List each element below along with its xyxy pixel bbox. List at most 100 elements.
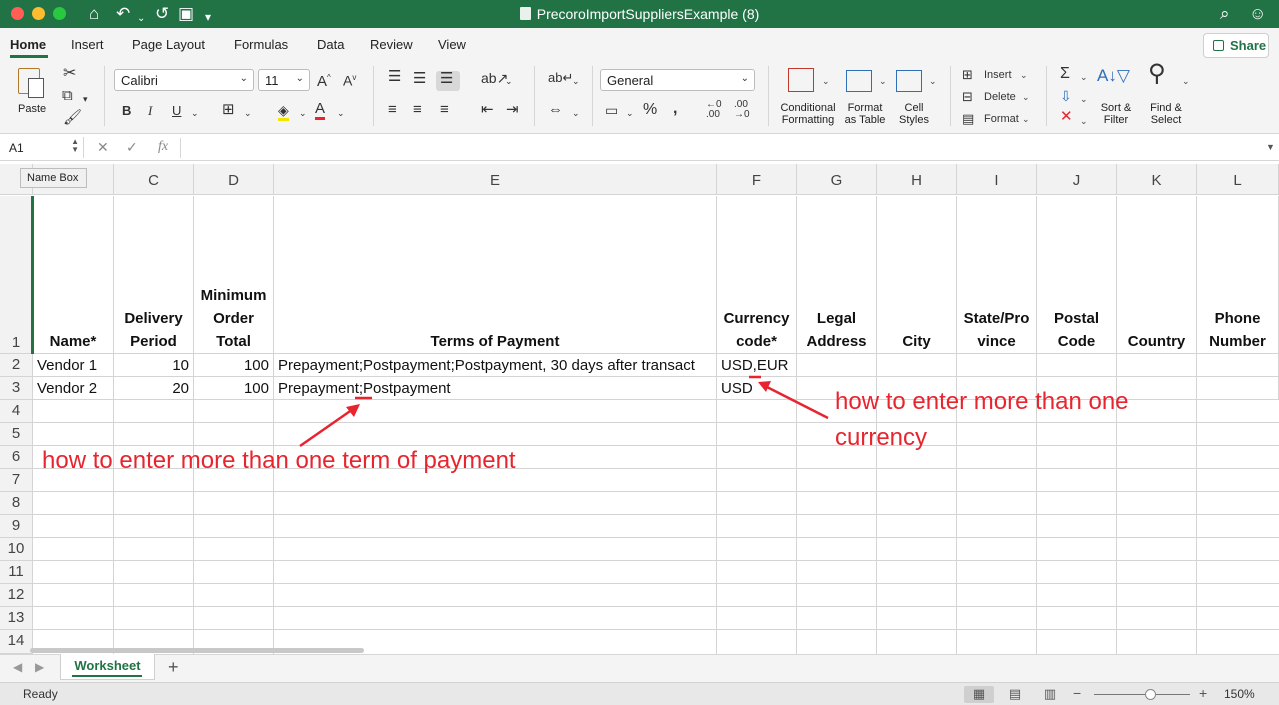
cell-empty[interactable] xyxy=(877,354,957,377)
row-header-11[interactable]: 11 xyxy=(0,561,33,584)
borders-dropdown-icon[interactable]: ⌄ xyxy=(244,105,252,121)
cell-minimum-order-total[interactable]: 100 xyxy=(194,354,274,377)
search-icon[interactable]: ⌕ xyxy=(1220,4,1230,24)
header-cell-legal-address[interactable]: Legal Address xyxy=(797,196,877,354)
cell-empty[interactable] xyxy=(1037,354,1117,377)
tab-page-layout[interactable]: Page Layout xyxy=(132,37,205,52)
tab-home[interactable]: Home xyxy=(10,37,46,52)
copy-dropdown-icon[interactable]: ▾ xyxy=(83,91,88,107)
cell-terms-of-payment[interactable]: Prepayment;Postpayment;Postpayment, 30 d… xyxy=(274,354,717,377)
header-cell-city[interactable]: City xyxy=(877,196,957,354)
zoom-level[interactable]: 150% xyxy=(1224,687,1255,701)
row-header-3[interactable]: 3 xyxy=(0,377,33,400)
row-header-9[interactable]: 9 xyxy=(0,515,33,538)
tab-data[interactable]: Data xyxy=(317,37,344,52)
accounting-dropdown-icon[interactable]: ⌄ xyxy=(626,105,634,121)
orientation-dropdown-icon[interactable]: ⌄ xyxy=(505,73,513,89)
decrease-decimal-icon[interactable]: .00 →0 xyxy=(734,100,750,120)
row-header-6[interactable]: 6 xyxy=(0,446,33,469)
cell-terms-of-payment[interactable]: Prepayment;Postpayment xyxy=(274,377,717,400)
account-icon[interactable]: ☺ xyxy=(1249,4,1266,24)
header-cell-country[interactable]: Country xyxy=(1117,196,1197,354)
zoom-slider-thumb[interactable] xyxy=(1145,689,1156,700)
page-break-view-icon[interactable]: ▥ xyxy=(1035,686,1065,703)
tab-view[interactable]: View xyxy=(438,37,466,52)
decrease-font-size-icon[interactable]: Av xyxy=(343,70,356,89)
cell-empty[interactable] xyxy=(957,354,1037,377)
name-box[interactable]: A1 ▲ ▼ xyxy=(4,137,84,158)
merge-center-icon[interactable]: ⇔ xyxy=(548,102,563,118)
column-header-e[interactable]: E xyxy=(274,164,717,195)
cell-minimum-order-total[interactable]: 100 xyxy=(194,377,274,400)
column-header-f[interactable]: F xyxy=(717,164,797,195)
cancel-entry-icon[interactable]: ✕ xyxy=(97,139,109,156)
align-top-icon[interactable]: ☰ xyxy=(388,69,401,85)
accounting-format-icon[interactable]: ▭ xyxy=(605,102,618,118)
zoom-out-icon[interactable]: − xyxy=(1073,685,1081,701)
header-cell-state-province[interactable]: State/Pro vince xyxy=(957,196,1037,354)
cell-delivery-period[interactable]: 20 xyxy=(114,377,194,400)
zoom-slider[interactable] xyxy=(1094,694,1190,695)
row-header-10[interactable]: 10 xyxy=(0,538,33,561)
align-middle-icon[interactable]: ☰ xyxy=(413,71,426,87)
cut-icon[interactable]: ✂ xyxy=(63,66,76,82)
align-bottom-icon[interactable]: ☰ xyxy=(436,71,460,91)
underline-button[interactable]: U xyxy=(172,103,181,119)
autosum-icon[interactable]: Σ xyxy=(1060,66,1070,82)
align-center-icon[interactable]: ≡ xyxy=(413,102,422,118)
header-cell-postal-code[interactable]: Postal Code xyxy=(1037,196,1117,354)
fill-color-dropdown-icon[interactable]: ⌄ xyxy=(299,105,307,121)
zoom-in-icon[interactable]: + xyxy=(1199,685,1207,701)
increase-font-size-icon[interactable]: A^ xyxy=(317,70,331,90)
tab-review[interactable]: Review xyxy=(370,37,413,52)
row-header-5[interactable]: 5 xyxy=(0,423,33,446)
underline-dropdown-icon[interactable]: ⌄ xyxy=(191,105,199,121)
column-header-h[interactable]: H xyxy=(877,164,957,195)
fill-color-icon[interactable]: ◈ xyxy=(278,102,289,121)
cell-delivery-period[interactable]: 10 xyxy=(114,354,194,377)
font-name-select[interactable]: Calibri ⌄ xyxy=(114,69,254,91)
row-header-14[interactable]: 14 xyxy=(0,630,33,654)
wrap-text-icon[interactable]: ab↵ xyxy=(548,70,573,86)
clear-icon[interactable]: ✕ xyxy=(1060,109,1073,125)
column-header-g[interactable]: G xyxy=(797,164,877,195)
row-header-1[interactable]: 1 xyxy=(0,196,33,354)
fill-dropdown-icon[interactable]: ⌄ xyxy=(1080,91,1088,107)
merge-dropdown-icon[interactable]: ⌄ xyxy=(572,105,580,121)
cell-name[interactable]: Vendor 2 xyxy=(33,377,114,400)
cell-currency-code[interactable]: USD,EUR xyxy=(717,354,797,377)
percent-style-icon[interactable]: % xyxy=(643,102,657,118)
header-cell-minimum-order-total[interactable]: Minimum Order Total xyxy=(194,196,274,354)
cell-empty[interactable] xyxy=(797,354,877,377)
increase-decimal-icon[interactable]: ←0.00 xyxy=(706,100,722,120)
header-cell-currency-code[interactable]: Currency code* xyxy=(717,196,797,354)
column-header-k[interactable]: K xyxy=(1117,164,1197,195)
cell-empty[interactable] xyxy=(1117,354,1197,377)
share-button[interactable]: Share xyxy=(1203,33,1269,58)
header-cell-terms-of-payment[interactable]: Terms of Payment xyxy=(274,196,717,354)
tab-formulas[interactable]: Formulas xyxy=(234,37,288,52)
align-left-icon[interactable]: ≡ xyxy=(388,102,397,118)
next-sheet-icon[interactable]: ▶ xyxy=(35,660,44,674)
insert-cells-button[interactable]: ⊞ Insert ⌄ xyxy=(962,67,1040,84)
column-header-d[interactable]: D xyxy=(194,164,274,195)
cell-name[interactable]: Vendor 1 xyxy=(33,354,114,377)
formula-input[interactable] xyxy=(182,137,1262,158)
confirm-entry-icon[interactable]: ✓ xyxy=(126,139,138,156)
cell-currency-code[interactable]: USD xyxy=(717,377,797,400)
borders-icon[interactable]: ⊞ xyxy=(222,102,235,118)
header-cell-delivery-period[interactable]: Delivery Period xyxy=(114,196,194,354)
column-header-c[interactable]: C xyxy=(114,164,194,195)
comma-style-icon[interactable]: , xyxy=(673,101,677,117)
align-right-icon[interactable]: ≡ xyxy=(440,102,449,118)
row-header-7[interactable]: 7 xyxy=(0,469,33,492)
font-size-select[interactable]: 11 ⌄ xyxy=(258,69,310,91)
number-format-select[interactable]: General ⌄ xyxy=(600,69,755,91)
fill-icon[interactable]: ⇩ xyxy=(1060,88,1072,104)
row-header-12[interactable]: 12 xyxy=(0,584,33,607)
normal-view-icon[interactable]: ▦ xyxy=(964,686,994,703)
font-color-dropdown-icon[interactable]: ⌄ xyxy=(337,105,345,121)
font-color-icon[interactable]: A xyxy=(315,101,326,120)
delete-cells-button[interactable]: ⊟ Delete ⌄ xyxy=(962,89,1040,106)
cell-empty[interactable] xyxy=(1197,354,1279,377)
